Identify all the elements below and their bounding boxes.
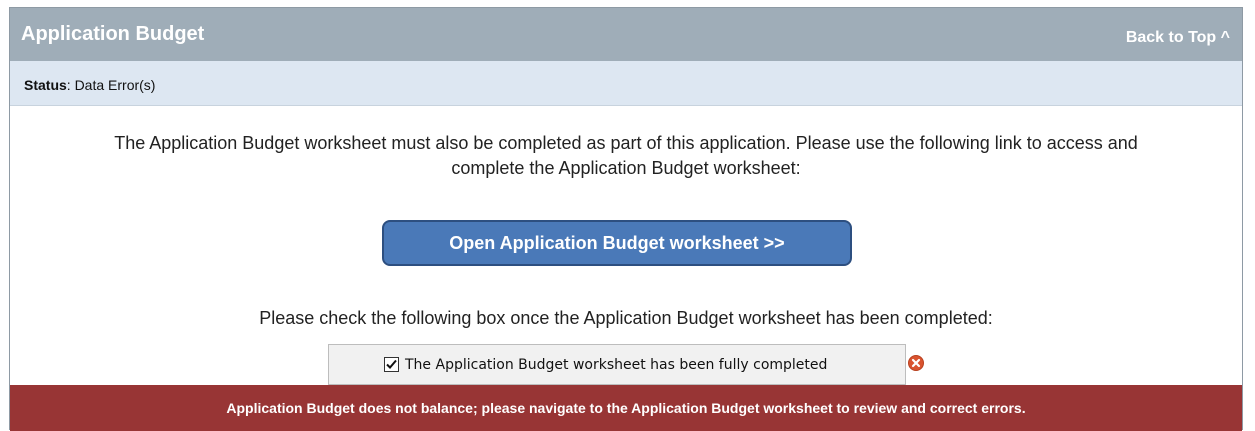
status-value: : Data Error(s) — [66, 77, 156, 93]
status-text: Status: Data Error(s) — [24, 77, 155, 93]
intro-text: The Application Budget worksheet must al… — [10, 131, 1242, 181]
error-x-icon — [908, 355, 924, 371]
intro-line-1: The Application Budget worksheet must al… — [114, 133, 1138, 153]
completion-checkbox[interactable] — [384, 357, 399, 372]
status-label: Status — [24, 77, 67, 93]
completion-checkbox-container: The Application Budget worksheet has bee… — [328, 344, 906, 385]
section-title: Application Budget — [21, 23, 205, 45]
application-budget-panel: Application Budget Back to Top ^ Status:… — [9, 7, 1243, 431]
status-bar: Status: Data Error(s) — [10, 61, 1242, 106]
checkmark-icon — [386, 359, 397, 369]
error-banner: Application Budget does not balance; ple… — [10, 385, 1242, 431]
checkbox-prompt: Please check the following box once the … — [259, 308, 993, 328]
section-header: Application Budget Back to Top ^ — [10, 8, 1242, 61]
back-to-top-link[interactable]: Back to Top ^ — [1126, 29, 1230, 47]
open-budget-worksheet-button[interactable]: Open Application Budget worksheet >> — [382, 220, 852, 266]
completion-checkbox-label[interactable]: The Application Budget worksheet has bee… — [405, 357, 827, 373]
intro-line-2: complete the Application Budget workshee… — [451, 158, 801, 178]
